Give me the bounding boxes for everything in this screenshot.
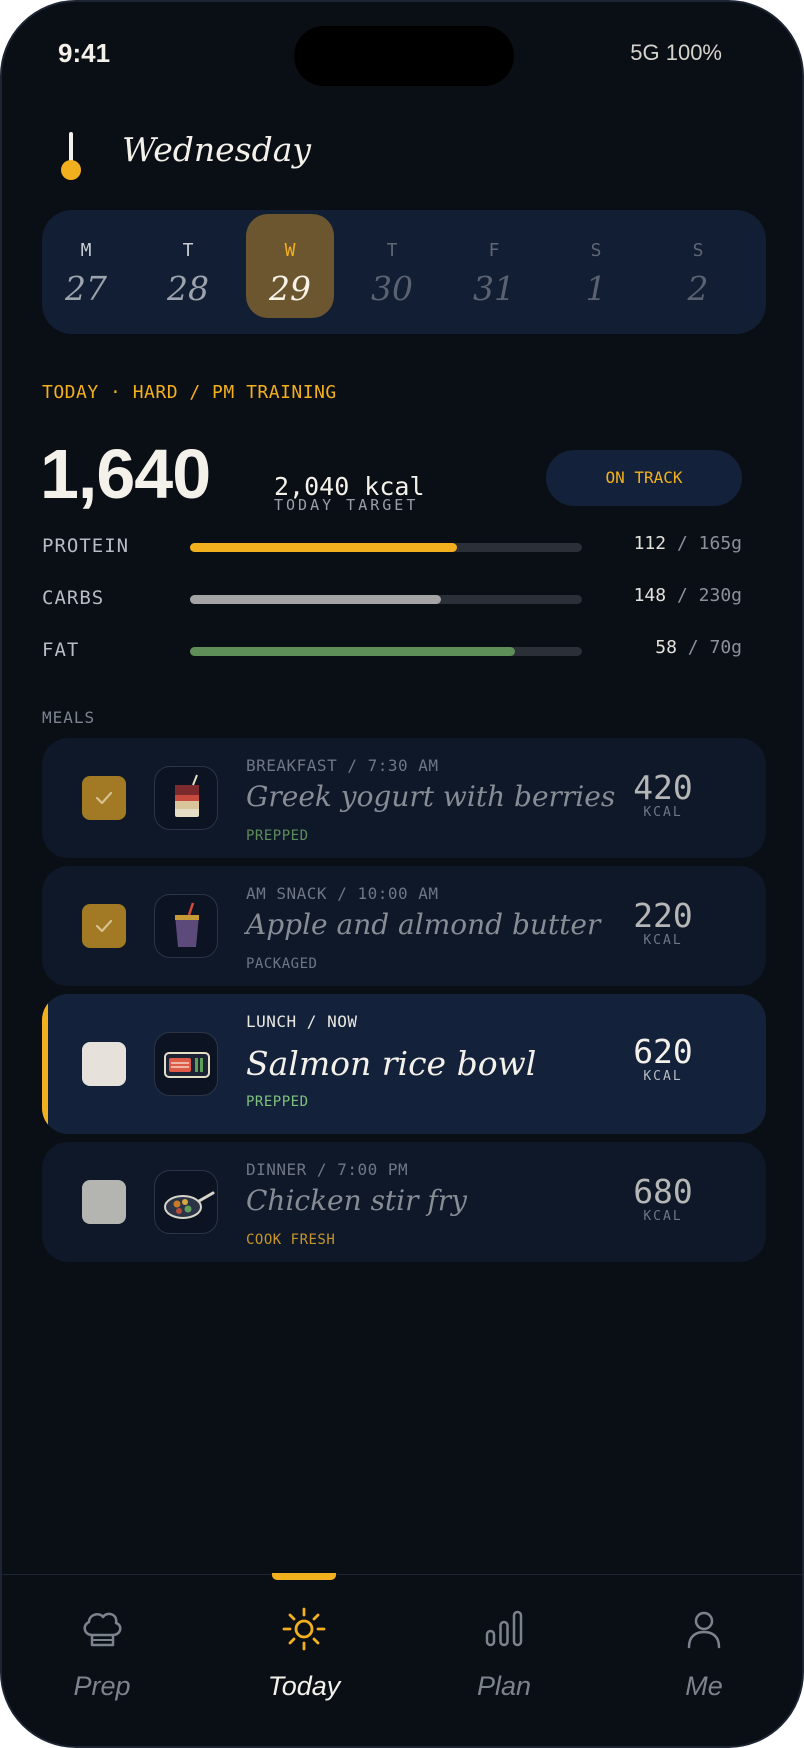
meal-tag: PACKAGED [246, 956, 318, 972]
thermometer-icon [60, 132, 82, 182]
week-day-letter: T [182, 240, 194, 261]
macro-name: PROTEIN [42, 535, 130, 557]
current-meal-accent [42, 994, 48, 1134]
meal-card-am-snack[interactable]: AM SNACK / 10:00 AM Apple and almond but… [42, 866, 766, 986]
meal-meta: BREAKFAST / 7:30 AM [246, 756, 439, 775]
tab-bar: Prep Today Plan Me [2, 1573, 802, 1746]
tab-label: Prep [73, 1671, 131, 1701]
week-day-letter: M [80, 240, 92, 261]
meal-checkbox-unchecked[interactable] [82, 1042, 126, 1086]
meal-kcal: 680 KCAL [618, 1172, 708, 1224]
week-day-wed-selected[interactable]: W 29 [246, 214, 334, 318]
macro-progress-fill [190, 543, 457, 552]
on-track-badge: ON TRACK [546, 450, 742, 506]
meal-title: Greek yogurt with berries [246, 780, 616, 813]
meal-checkbox-checked[interactable] [82, 904, 126, 948]
week-day-date: 2 [687, 269, 709, 308]
sun-icon [280, 1605, 328, 1653]
meal-checkbox-unchecked[interactable] [82, 1180, 126, 1224]
meal-kcal-value: 420 [633, 768, 693, 807]
meal-kcal-unit: KCAL [643, 805, 683, 820]
dynamic-island [294, 26, 514, 86]
macro-row-protein: PROTEIN 112 / 165g [42, 533, 742, 565]
today-training-label: TODAY · HARD / PM TRAINING [42, 382, 337, 403]
week-day-date: 27 [65, 269, 107, 308]
day-title: Wednesday [122, 130, 312, 169]
phone-screen: 9:41 5G 100% Wednesday M 27 T 28 W 29 T … [0, 0, 804, 1748]
tab-plan[interactable]: Plan [424, 1575, 584, 1725]
week-day-letter: T [386, 240, 398, 261]
week-day-sat[interactable]: S 1 [552, 214, 640, 318]
bar-chart-icon [480, 1605, 528, 1653]
meal-meta: DINNER / 7:00 PM [246, 1160, 409, 1179]
status-time: 9:41 [58, 38, 111, 68]
macro-progress-track [190, 647, 582, 656]
active-tab-indicator [272, 1573, 336, 1580]
week-day-letter: F [488, 240, 500, 261]
week-day-tue[interactable]: T 28 [144, 214, 232, 318]
week-day-letter: S [692, 240, 704, 261]
drink-cup-icon [154, 894, 218, 958]
meal-kcal-value: 220 [633, 896, 693, 935]
tab-label: Plan [476, 1671, 532, 1701]
week-day-sun[interactable]: S 2 [654, 214, 742, 318]
week-day-date: 1 [585, 269, 607, 308]
meal-tag: COOK FRESH [246, 1232, 336, 1248]
bento-box-icon [154, 1032, 218, 1096]
person-icon [680, 1605, 728, 1653]
meal-card-breakfast[interactable]: BREAKFAST / 7:30 AM Greek yogurt with be… [42, 738, 766, 858]
macro-value: 112 / 165g [633, 533, 742, 554]
meal-kcal-unit: KCAL [643, 1069, 683, 1084]
meal-kcal-value: 620 [633, 1032, 693, 1071]
meal-meta: AM SNACK / 10:00 AM [246, 884, 439, 903]
macro-value: 148 / 230g [633, 585, 742, 606]
week-day-letter: S [590, 240, 602, 261]
week-day-letter: W [284, 240, 296, 261]
week-day-date: 30 [371, 269, 413, 308]
meal-tag: PREPPED [246, 1094, 309, 1110]
parfait-icon [154, 766, 218, 830]
meal-meta: LUNCH / NOW [246, 1012, 358, 1031]
target-label: TODAY TARGET [274, 496, 419, 514]
week-day-date: 31 [473, 269, 515, 308]
meal-card-lunch-current[interactable]: LUNCH / NOW Salmon rice bowl PREPPED 620… [42, 994, 766, 1134]
week-day-date: 28 [167, 269, 209, 308]
chef-hat-icon [78, 1605, 126, 1653]
meal-kcal: 620 KCAL [618, 1032, 708, 1084]
macro-name: FAT [42, 639, 80, 661]
status-network-battery: 5G 100% [630, 40, 722, 65]
macro-progress-track [190, 595, 582, 604]
meal-title: Chicken stir fry [246, 1184, 467, 1217]
macro-name: CARBS [42, 587, 105, 609]
week-day-thu[interactable]: T 30 [348, 214, 436, 318]
macro-row-fat: FAT 58 / 70g [42, 637, 742, 669]
macro-value: 58 / 70g [655, 637, 742, 658]
meal-kcal-unit: KCAL [643, 1209, 683, 1224]
meal-kcal: 220 KCAL [618, 896, 708, 948]
tab-label: Today [267, 1671, 341, 1701]
meal-title: Salmon rice bowl [246, 1044, 537, 1083]
tab-label: Me [685, 1671, 723, 1701]
meal-checkbox-checked[interactable] [82, 776, 126, 820]
meal-title: Apple and almond butter [246, 908, 601, 941]
week-day-fri[interactable]: F 31 [450, 214, 538, 318]
tab-today[interactable]: Today [224, 1573, 384, 1725]
macro-row-carbs: CARBS 148 / 230g [42, 585, 742, 617]
meal-tag: PREPPED [246, 828, 309, 844]
meal-kcal-value: 680 [633, 1172, 693, 1211]
macro-progress-fill [190, 647, 516, 656]
meal-kcal: 420 KCAL [618, 768, 708, 820]
macro-progress-track [190, 543, 582, 552]
week-strip: M 27 T 28 W 29 T 30 F 31 S 1 S 2 [42, 210, 766, 334]
week-day-mon[interactable]: M 27 [42, 214, 130, 318]
tab-me[interactable]: Me [624, 1575, 784, 1725]
meal-kcal-unit: KCAL [643, 933, 683, 948]
macro-progress-fill [190, 595, 441, 604]
meal-card-dinner[interactable]: DINNER / 7:00 PM Chicken stir fry COOK F… [42, 1142, 766, 1262]
tab-prep[interactable]: Prep [22, 1575, 182, 1725]
wok-pan-icon [154, 1170, 218, 1234]
consumed-kcal: 1,640 [40, 435, 211, 513]
meals-section-label: MEALS [42, 708, 96, 727]
week-day-date: 29 [269, 269, 311, 308]
